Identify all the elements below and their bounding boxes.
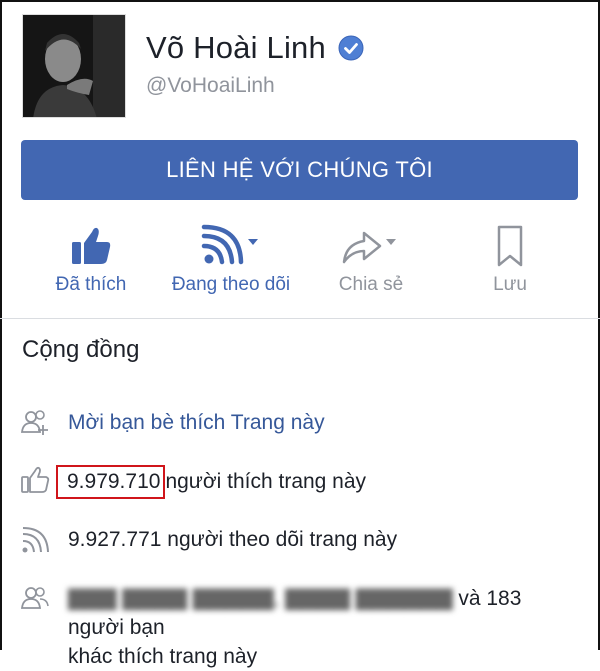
friends-like-text: ▇▇▇ ▇▇▇▇ ▇▇▇▇▇, ▇▇▇▇ ▇▇▇▇▇▇ và 183 người… — [68, 584, 548, 671]
profile-photo — [23, 15, 125, 117]
invite-friends-link[interactable]: Mời bạn bè thích Trang này — [68, 408, 325, 437]
follows-row: 9.927.771 người theo dõi trang này — [20, 525, 397, 555]
chevron-down-icon — [248, 239, 258, 245]
friends-like-row: ▇▇▇ ▇▇▇▇ ▇▇▇▇▇, ▇▇▇▇ ▇▇▇▇▇▇ và 183 người… — [20, 584, 548, 671]
following-action[interactable]: Đang theo dõi — [161, 222, 301, 296]
follow-rss-outline-icon — [22, 527, 49, 553]
like-label: Đã thích — [55, 274, 127, 295]
page-name-row: Võ Hoài Linh — [146, 30, 364, 66]
follow-rss-icon — [201, 224, 258, 265]
thumbs-up-icon — [72, 227, 111, 264]
page-name: Võ Hoài Linh — [146, 30, 326, 65]
community-title: Cộng đồng — [22, 336, 140, 363]
likes-row: 9.979.710 người thích trang này — [20, 465, 366, 499]
follows-suffix: người theo dõi trang này — [167, 528, 398, 551]
page-handle: @VoHoaiLinh — [146, 74, 275, 97]
share-icon — [342, 231, 396, 264]
section-divider — [0, 318, 600, 319]
thumbs-up-outline-icon — [21, 466, 50, 493]
save-action[interactable]: Lưu — [440, 222, 580, 296]
share-label: Chia sẻ — [338, 274, 404, 295]
contact-us-button[interactable]: LIÊN HỆ VỚI CHÚNG TÔI — [21, 140, 578, 200]
likes-count-highlight: 9.979.710 — [56, 465, 166, 499]
friends-icon — [20, 587, 49, 609]
likes-text: 9.979.710 người thích trang này — [56, 465, 367, 499]
invite-friends-icon — [20, 410, 48, 435]
save-label: Lưu — [493, 274, 527, 295]
friends-line2: khác thích trang này — [68, 645, 258, 668]
like-action[interactable]: Đã thích — [21, 222, 161, 296]
invite-friends-row[interactable]: Mời bạn bè thích Trang này — [20, 408, 325, 438]
bookmark-icon — [497, 225, 523, 267]
following-label: Đang theo dõi — [171, 274, 291, 295]
verified-badge-icon — [338, 35, 364, 61]
share-action[interactable]: Chia sẻ — [301, 222, 441, 296]
follows-text: 9.927.771 người theo dõi trang này — [68, 525, 397, 554]
follows-count: 9.927.771 — [68, 528, 162, 551]
blurred-friend-names: ▇▇▇ ▇▇▇▇ ▇▇▇▇▇, ▇▇▇▇ ▇▇▇▇▇▇ — [68, 587, 453, 610]
likes-suffix: người thích trang này — [165, 470, 367, 493]
avatar[interactable] — [22, 14, 126, 118]
